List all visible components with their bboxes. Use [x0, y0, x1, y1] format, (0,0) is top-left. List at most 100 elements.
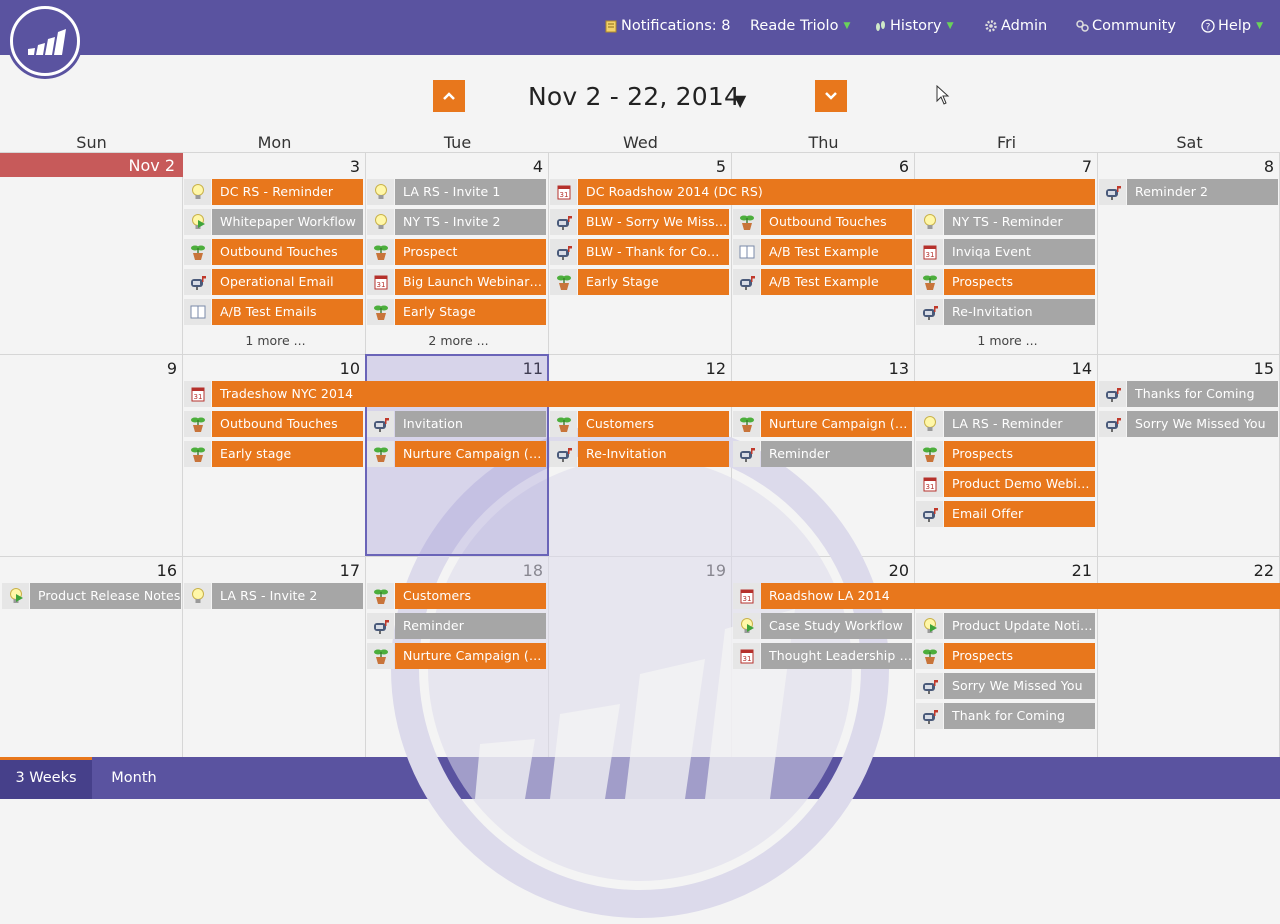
day-number[interactable]: 8	[1264, 157, 1274, 176]
admin-label: Admin	[1001, 18, 1048, 34]
plant-icon	[733, 411, 760, 437]
calendar-event[interactable]: Product Release Notes	[2, 583, 181, 609]
next-range-button[interactable]	[815, 80, 847, 112]
admin-link[interactable]: Admin	[984, 18, 1047, 34]
user-menu[interactable]: Reade Triolo ▼	[750, 18, 850, 34]
day-number[interactable]: 7	[1082, 157, 1092, 176]
day-number[interactable]: 3	[350, 157, 360, 176]
calendar-event[interactable]: 31 Product Demo Webina...	[916, 471, 1095, 497]
calendar-event[interactable]: Whitepaper Workflow	[184, 209, 363, 235]
svg-text:31: 31	[193, 393, 202, 401]
day-cell[interactable]: 19	[549, 556, 732, 757]
previous-range-button[interactable]	[433, 80, 465, 112]
calendar-event[interactable]: Outbound Touches	[733, 209, 912, 235]
calendar-event[interactable]: Nurture Campaign (Ru...	[733, 411, 912, 437]
calendar-event[interactable]: Prospects	[916, 269, 1095, 295]
calendar-event[interactable]: Nurture Campaign (Ru...	[367, 643, 546, 669]
calendar-event[interactable]: LA RS - Invite 2	[184, 583, 363, 609]
date-range-title[interactable]: Nov 2 - 22, 2014	[528, 82, 740, 111]
calendar-event[interactable]: Reminder	[733, 441, 912, 467]
event-label: Thank for Coming	[944, 703, 1095, 729]
calendar-event[interactable]: Nurture Campaign (Ru...	[367, 441, 546, 467]
community-link[interactable]: Community	[1075, 18, 1176, 34]
calendar-event[interactable]: A/B Test Example	[733, 239, 912, 265]
mailbox-icon	[733, 269, 760, 295]
calendar-event[interactable]: DC RS - Reminder	[184, 179, 363, 205]
plant-icon	[367, 643, 394, 669]
day-number[interactable]: 5	[716, 157, 726, 176]
calendar-event[interactable]: Email Offer	[916, 501, 1095, 527]
calendar-event[interactable]: 31 DC Roadshow 2014 (DC RS)	[550, 179, 1095, 205]
day-number[interactable]: 18	[523, 561, 543, 580]
calendar-event[interactable]: Operational Email	[184, 269, 363, 295]
day-number[interactable]: 15	[1254, 359, 1274, 378]
day-number[interactable]: 20	[889, 561, 909, 580]
calendar-event[interactable]: Invitation	[367, 411, 546, 437]
range-dropdown-icon[interactable]: ▼	[734, 91, 746, 110]
notebook-icon	[605, 20, 617, 33]
history-menu[interactable]: History ▼	[873, 18, 954, 34]
calendar-event[interactable]: Re-Invitation	[916, 299, 1095, 325]
notifications-link[interactable]: Notifications: 8	[604, 18, 730, 34]
calendar-event[interactable]: Thank for Coming	[916, 703, 1095, 729]
mailbox-icon	[550, 239, 577, 265]
calendar-event[interactable]: Outbound Touches	[184, 239, 363, 265]
calendar-event[interactable]: Sorry We Missed You	[1099, 411, 1278, 437]
day-number[interactable]: 22	[1254, 561, 1274, 580]
calendar-event[interactable]: BLW - Sorry We Misse...	[550, 209, 729, 235]
calendar-event[interactable]: Prospects	[916, 441, 1095, 467]
tab-month[interactable]: Month	[92, 757, 176, 799]
day-number[interactable]: 14	[1072, 359, 1092, 378]
more-events-link[interactable]: 1 more ...	[916, 333, 1099, 348]
calendar-event[interactable]: 31 Tradeshow NYC 2014	[184, 381, 1095, 407]
calendar-event[interactable]: BLW - Thank for Comi...	[550, 239, 729, 265]
calendar-event[interactable]: 31 Roadshow LA 2014	[733, 583, 1280, 609]
plant-icon	[184, 441, 211, 467]
calendar-event[interactable]: 31 Inviqa Event	[916, 239, 1095, 265]
tab-3-weeks[interactable]: 3 Weeks	[0, 757, 92, 799]
calendar-event[interactable]: Customers	[550, 411, 729, 437]
marketo-logo[interactable]	[10, 6, 80, 76]
day-number[interactable]: 17	[340, 561, 360, 580]
calendar-event[interactable]: Prospects	[916, 643, 1095, 669]
day-number[interactable]: 6	[899, 157, 909, 176]
calendar-event[interactable]: Outbound Touches	[184, 411, 363, 437]
day-number[interactable]: 9	[167, 359, 177, 378]
calendar-event[interactable]: Early stage	[184, 441, 363, 467]
more-events-link[interactable]: 1 more ...	[184, 333, 367, 348]
calendar-event[interactable]: Case Study Workflow	[733, 613, 912, 639]
calendar-event[interactable]: 31 Big Launch Webinar (...	[367, 269, 546, 295]
day-number[interactable]: 16	[157, 561, 177, 580]
day-cell[interactable]: Nov 2	[0, 152, 183, 354]
calendar-event[interactable]: Product Update Notific...	[916, 613, 1095, 639]
calendar-event[interactable]: A/B Test Example	[733, 269, 912, 295]
day-number[interactable]: 21	[1072, 561, 1092, 580]
calendar-event[interactable]: A/B Test Emails	[184, 299, 363, 325]
day-number[interactable]: 13	[889, 359, 909, 378]
calendar-event[interactable]: Customers	[367, 583, 546, 609]
day-number[interactable]: 4	[533, 157, 543, 176]
calendar-event[interactable]: Early Stage	[550, 269, 729, 295]
user-name: Reade Triolo	[750, 18, 839, 34]
calendar-event[interactable]: Sorry We Missed You	[916, 673, 1095, 699]
calendar-event[interactable]: Thanks for Coming	[1099, 381, 1278, 407]
calendar-event[interactable]: Early Stage	[367, 299, 546, 325]
calendar-event[interactable]: LA RS - Invite 1	[367, 179, 546, 205]
calendar-event[interactable]: Reminder	[367, 613, 546, 639]
calendar-event[interactable]: NY TS - Reminder	[916, 209, 1095, 235]
calendar-event[interactable]: 31 Thought Leadership W...	[733, 643, 912, 669]
day-number[interactable]: 19	[706, 561, 726, 580]
day-number[interactable]: 10	[340, 359, 360, 378]
calendar-event[interactable]: NY TS - Invite 2	[367, 209, 546, 235]
more-events-link[interactable]: 2 more ...	[367, 333, 550, 348]
event-label: LA RS - Invite 1	[395, 179, 546, 205]
calendar-event[interactable]: Prospect	[367, 239, 546, 265]
calendar-event[interactable]: Reminder 2	[1099, 179, 1278, 205]
event-label: Operational Email	[212, 269, 363, 295]
calendar-event[interactable]: LA RS - Reminder	[916, 411, 1095, 437]
help-menu[interactable]: ? Help ▼	[1201, 18, 1263, 34]
day-number[interactable]: 12	[706, 359, 726, 378]
calendar-event[interactable]: Re-Invitation	[550, 441, 729, 467]
day-cell[interactable]: 9	[0, 354, 183, 556]
event-label: A/B Test Example	[761, 239, 912, 265]
